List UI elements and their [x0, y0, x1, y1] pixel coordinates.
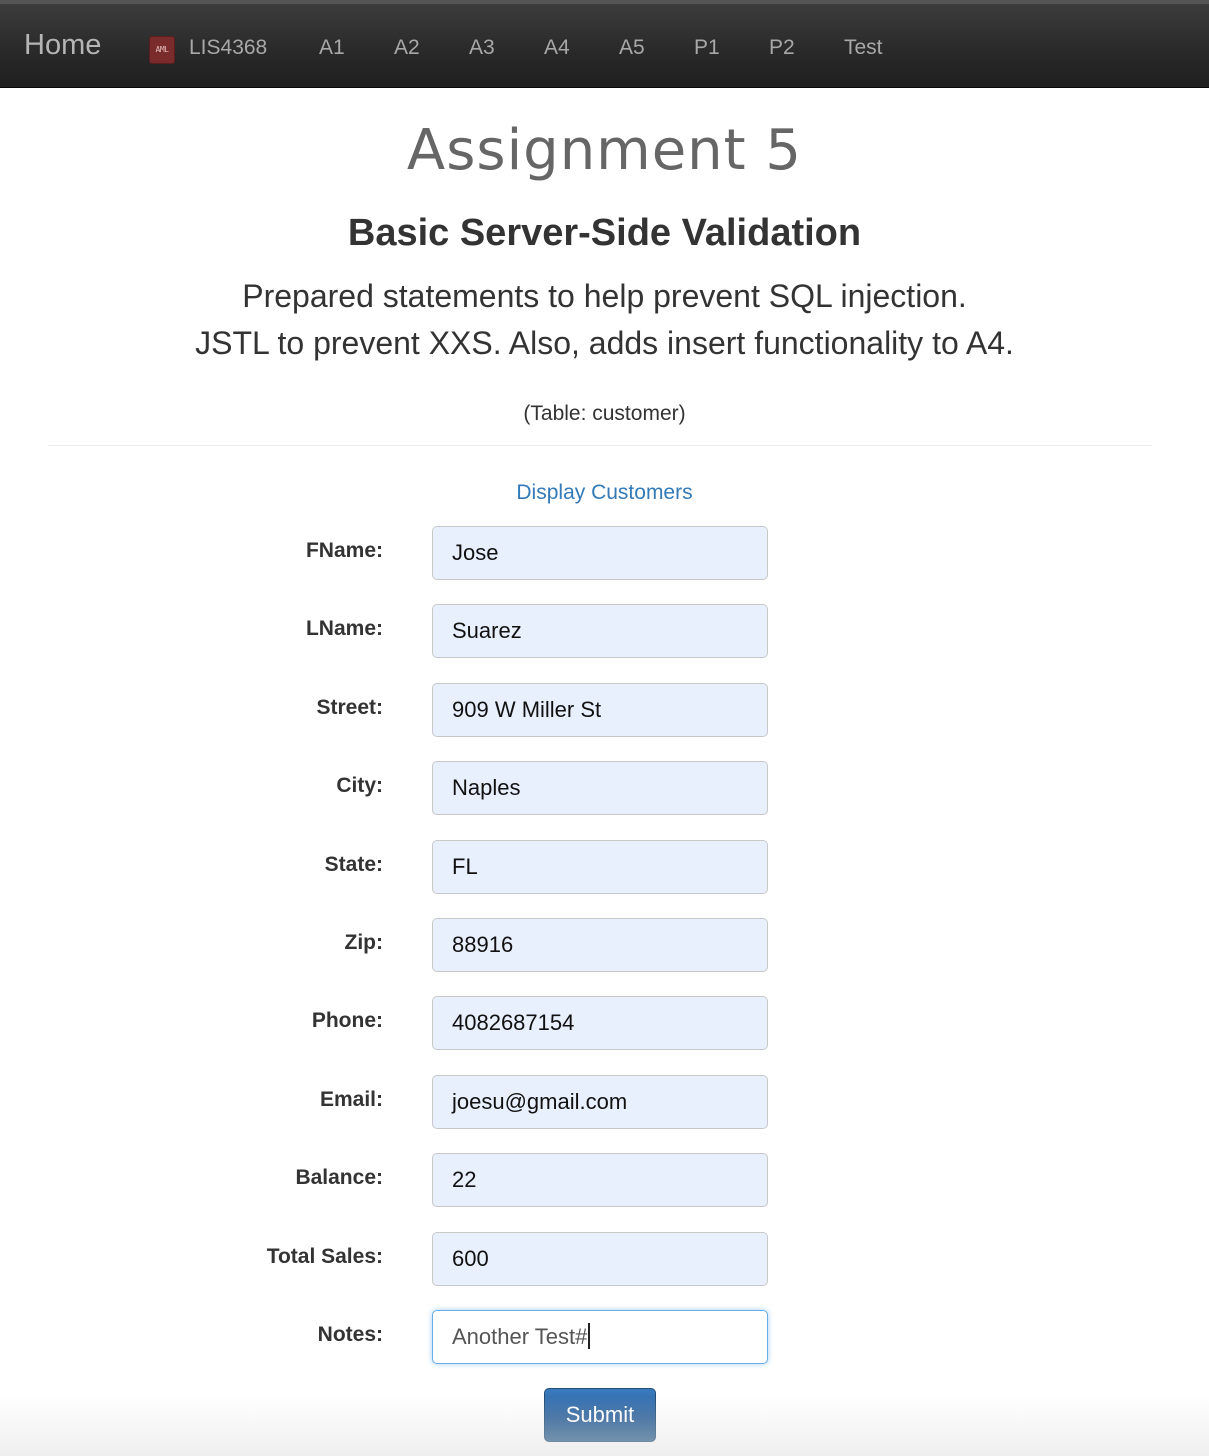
balance-input[interactable]: 22: [432, 1153, 768, 1207]
state-input[interactable]: FL: [432, 840, 768, 894]
notes-input-value: Another Test#: [452, 1324, 588, 1349]
city-label: City:: [336, 774, 383, 797]
form-row-street: Street: 909 W Miller St: [0, 683, 1209, 737]
nav-item-lis4368[interactable]: LIS4368: [189, 36, 267, 60]
zip-input[interactable]: 88916: [432, 918, 768, 972]
nav-home-link[interactable]: Home: [24, 29, 101, 62]
form-row-notes: Notes: Another Test#: [0, 1310, 1209, 1364]
email-input[interactable]: joesu@gmail.com: [432, 1075, 768, 1129]
form-row-email: Email: joesu@gmail.com: [0, 1075, 1209, 1129]
nav-item-a1[interactable]: A1: [319, 36, 345, 60]
state-label: State:: [324, 853, 383, 876]
email-label: Email:: [319, 1088, 383, 1111]
display-customers-link[interactable]: Display Customers: [516, 481, 692, 504]
street-label: Street:: [316, 696, 383, 719]
form-row-phone: Phone: 4082687154: [0, 996, 1209, 1050]
balance-label: Balance:: [295, 1166, 383, 1189]
street-input[interactable]: 909 W Miller St: [432, 683, 768, 737]
form-row-city: City: Naples: [0, 761, 1209, 815]
total-sales-label: Total Sales:: [266, 1245, 383, 1268]
form-row-state: State: FL: [0, 840, 1209, 894]
course-logo-icon: AML: [149, 36, 175, 64]
nav-item-p1[interactable]: P1: [694, 36, 720, 60]
phone-label: Phone:: [311, 1009, 383, 1032]
form-row-total-sales: Total Sales: 600: [0, 1232, 1209, 1286]
zip-label: Zip:: [344, 931, 383, 954]
notes-input[interactable]: Another Test#: [432, 1310, 768, 1364]
lead-text-line-2: JSTL to prevent XXS. Also, adds insert f…: [195, 325, 1014, 361]
nav-item-test[interactable]: Test: [844, 36, 883, 60]
total-sales-input[interactable]: 600: [432, 1232, 768, 1286]
page-subtitle: Basic Server-Side Validation: [347, 212, 862, 254]
nav-item-a5[interactable]: A5: [619, 36, 645, 60]
nav-item-a3[interactable]: A3: [469, 36, 495, 60]
phone-input[interactable]: 4082687154: [432, 996, 768, 1050]
form-row-fname: FName: Jose: [0, 526, 1209, 580]
lname-label: LName:: [305, 617, 383, 640]
nav-item-a4[interactable]: A4: [544, 36, 570, 60]
page-title: Assignment 5: [406, 118, 803, 183]
divider: [48, 445, 1152, 446]
fname-label: FName:: [305, 539, 383, 562]
fname-input[interactable]: Jose: [432, 526, 768, 580]
display-customers-link-row: Display Customers: [0, 481, 1209, 505]
form-row-balance: Balance: 22: [0, 1153, 1209, 1207]
nav-item-p2[interactable]: P2: [769, 36, 795, 60]
lname-input[interactable]: Suarez: [432, 604, 768, 658]
lead-text-line-1: Prepared statements to help prevent SQL …: [242, 278, 967, 314]
table-note: (Table: customer): [523, 402, 686, 425]
form-row-zip: Zip: 88916: [0, 918, 1209, 972]
text-caret: [588, 1323, 591, 1350]
submit-button[interactable]: Submit: [544, 1388, 656, 1442]
notes-label: Notes:: [317, 1323, 383, 1346]
city-input[interactable]: Naples: [432, 761, 768, 815]
top-navbar: Home AML LIS4368 A1 A2 A3 A4 A5 P1 P2 Te…: [0, 0, 1209, 88]
nav-item-a2[interactable]: A2: [394, 36, 420, 60]
form-row-lname: LName: Suarez: [0, 604, 1209, 658]
